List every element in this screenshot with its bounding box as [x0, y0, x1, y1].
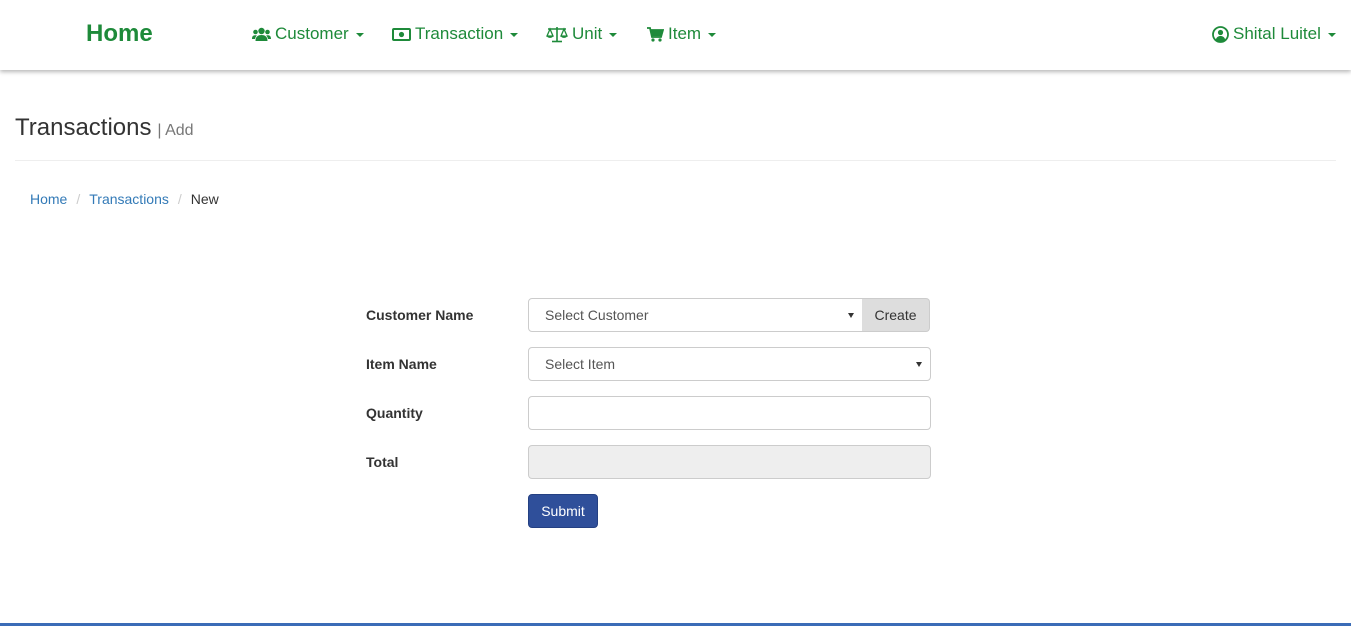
chevron-down-icon [708, 33, 717, 37]
customer-name-label: Customer Name [366, 307, 474, 323]
page-header: Transactions | Add [15, 114, 1336, 161]
submit-button[interactable]: Submit [528, 494, 598, 528]
quantity-input[interactable] [528, 396, 931, 430]
breadcrumb-current: New [190, 191, 219, 207]
nav-item-label: Item [668, 24, 702, 43]
chevron-down-icon [1327, 33, 1336, 37]
create-customer-button[interactable]: Create [862, 298, 930, 332]
cart-icon [647, 26, 664, 42]
nav-customer-dropdown[interactable]: Customer [252, 22, 364, 46]
total-input [528, 445, 931, 479]
select-arrow-icon [848, 313, 854, 318]
money-icon [392, 27, 411, 41]
breadcrumb-separator: / [177, 191, 182, 207]
users-icon [252, 27, 271, 42]
item-select-value: Select Item [545, 356, 616, 372]
top-navbar: Home Customer Transaction Unit Item Shit… [0, 0, 1351, 70]
nav-transaction-dropdown[interactable]: Transaction [392, 22, 519, 46]
nav-unit-dropdown[interactable]: Unit [546, 22, 618, 46]
balance-scale-icon [546, 26, 568, 43]
page-subtitle: | Add [157, 122, 194, 139]
chevron-down-icon [609, 33, 618, 37]
breadcrumb-home-link[interactable]: Home [30, 190, 67, 208]
user-name-label: Shital Luitel [1233, 24, 1321, 43]
page-title: Transactions [15, 114, 152, 141]
select-arrow-icon [916, 362, 922, 367]
nav-customer-label: Customer [275, 24, 349, 43]
brand-home-link[interactable]: Home [86, 20, 153, 48]
user-circle-icon [1212, 25, 1229, 43]
breadcrumb: Home / Transactions / New [30, 190, 219, 208]
breadcrumb-separator: / [76, 191, 81, 207]
user-menu-dropdown[interactable]: Shital Luitel [1212, 22, 1336, 46]
nav-item-dropdown[interactable]: Item [647, 22, 717, 46]
customer-select-value: Select Customer [545, 307, 649, 323]
quantity-label: Quantity [366, 405, 423, 421]
chevron-down-icon [510, 33, 519, 37]
customer-select[interactable]: Select Customer [528, 298, 863, 332]
nav-unit-label: Unit [572, 24, 603, 43]
total-label: Total [366, 454, 399, 470]
breadcrumb-transactions-link[interactable]: Transactions [89, 190, 169, 208]
item-select[interactable]: Select Item [528, 347, 931, 381]
item-name-label: Item Name [366, 356, 437, 372]
nav-transaction-label: Transaction [415, 24, 504, 43]
chevron-down-icon [355, 33, 364, 37]
